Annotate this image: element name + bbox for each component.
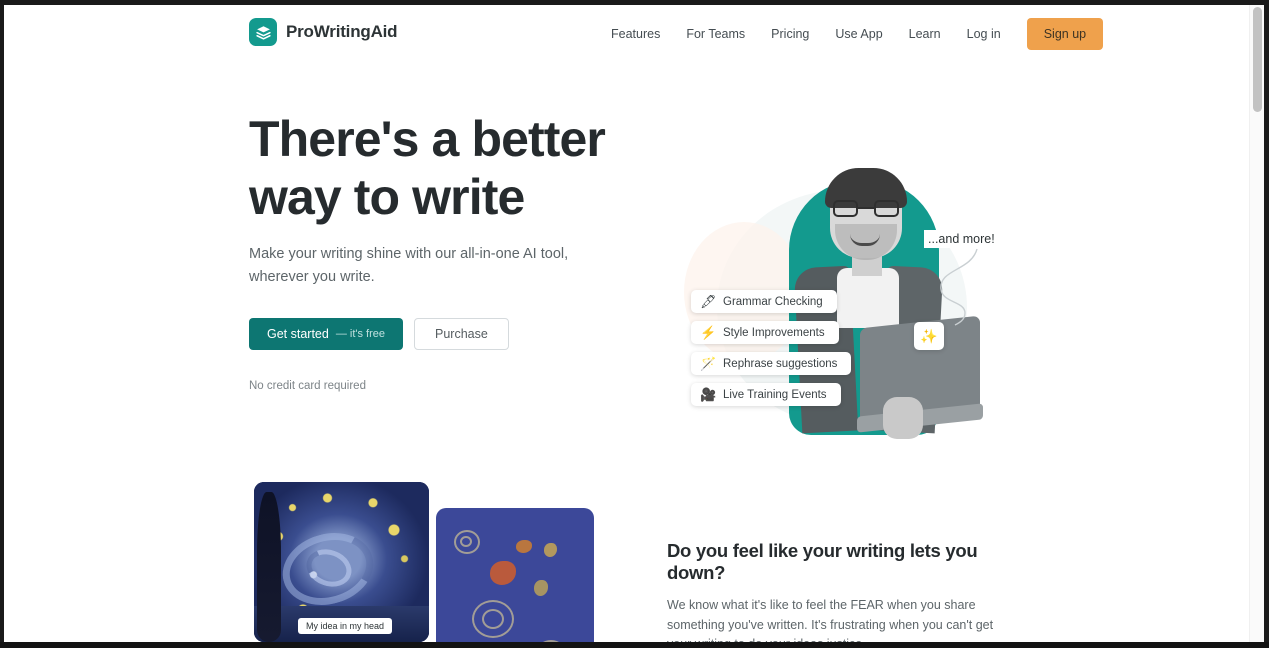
hero-title: There's a better way to write — [249, 110, 649, 226]
site-header: ProWritingAid Features For Teams Pricing… — [4, 5, 1249, 62]
brand-logo-link[interactable]: ProWritingAid — [249, 18, 398, 46]
doodle-spiral — [460, 536, 472, 547]
feature-chip-list: 🖋 Grammar Checking ⚡ Style Improvements … — [691, 290, 911, 406]
curly-pointer-line — [940, 248, 978, 326]
page-scrollbar[interactable]: ▲ — [1249, 5, 1264, 643]
doodle-card — [436, 508, 594, 643]
sign-up-button[interactable]: Sign up — [1026, 17, 1104, 50]
section2-title: Do you feel like your writing lets you d… — [667, 540, 978, 583]
feature-chip-label: Style Improvements — [723, 326, 825, 339]
writing-lets-you-down-section: My idea in my head Do you feel like your… — [4, 482, 1264, 643]
starry-night-painting: My idea in my head — [254, 482, 429, 642]
main-navigation: Features For Teams Pricing Use App Learn… — [604, 5, 1104, 62]
hero-illustration: 🖋 Grammar Checking ⚡ Style Improvements … — [669, 162, 1014, 452]
nav-item-log-in[interactable]: Log in — [954, 21, 1014, 47]
painting-caption: My idea in my head — [298, 618, 393, 634]
section2-body: We know what it's like to feel the FEAR … — [667, 598, 994, 643]
hero-title-line-2: way to write — [249, 169, 525, 225]
and-more-label: ...and more! — [924, 230, 999, 248]
feature-chip-grammar-checking: 🖋 Grammar Checking — [691, 290, 837, 313]
get-started-label: Get started — [267, 327, 329, 341]
feature-chip-live-training-events: 🎥 Live Training Events — [691, 383, 841, 406]
get-started-free-note: — it's free — [335, 328, 386, 340]
feature-chip-label: Grammar Checking — [723, 295, 823, 308]
sparkles-icon: ✨ — [914, 322, 944, 350]
feature-chip-rephrase-suggestions: 🪄 Rephrase suggestions — [691, 352, 852, 375]
comparison-illustration: My idea in my head — [254, 482, 594, 643]
hero-subtitle: Make your writing shine with our all-in-… — [249, 246, 569, 285]
magic-wand-icon: 🪄 — [700, 356, 717, 371]
lightning-bolt-icon: ⚡ — [700, 325, 717, 340]
brand-name: ProWritingAid — [286, 22, 398, 41]
hero-title-line-1: There's a better — [249, 111, 606, 167]
hero-copy: There's a better way to write Make your … — [249, 110, 649, 392]
doodle-blot — [490, 561, 516, 585]
rocket-icon: 🖋 — [700, 294, 717, 309]
scrollbar-thumb[interactable] — [1253, 7, 1262, 112]
window-bottom-edge — [0, 642, 1269, 648]
nav-item-pricing[interactable]: Pricing — [758, 21, 822, 47]
hero-cta-group: Get started — it's free Purchase — [249, 318, 649, 350]
feature-chip-label: Live Training Events — [723, 388, 827, 401]
video-camera-icon: 🎥 — [700, 387, 717, 402]
get-started-button[interactable]: Get started — it's free — [249, 318, 404, 350]
nav-item-use-app[interactable]: Use App — [822, 21, 895, 47]
nav-item-for-teams[interactable]: For Teams — [673, 21, 758, 47]
nav-item-learn[interactable]: Learn — [896, 21, 954, 47]
hero-section: There's a better way to write Make your … — [4, 62, 1264, 482]
browser-viewport: ProWritingAid Features For Teams Pricing… — [4, 5, 1264, 643]
doodle-blot — [544, 543, 557, 557]
doodle-spiral — [482, 609, 504, 629]
doodle-blot — [516, 540, 532, 553]
nav-item-features[interactable]: Features — [604, 21, 673, 47]
feature-chip-label: Rephrase suggestions — [723, 357, 838, 370]
section2-copy: Do you feel like your writing lets you d… — [667, 540, 1017, 643]
glasses-icon — [833, 200, 899, 217]
no-credit-card-note: No credit card required — [249, 380, 366, 392]
purchase-button[interactable]: Purchase — [414, 318, 509, 350]
doodle-blot — [534, 580, 548, 596]
feature-chip-style-improvements: ⚡ Style Improvements — [691, 321, 839, 344]
stacked-pages-icon — [249, 18, 277, 46]
starry-night-cypress — [257, 492, 281, 642]
